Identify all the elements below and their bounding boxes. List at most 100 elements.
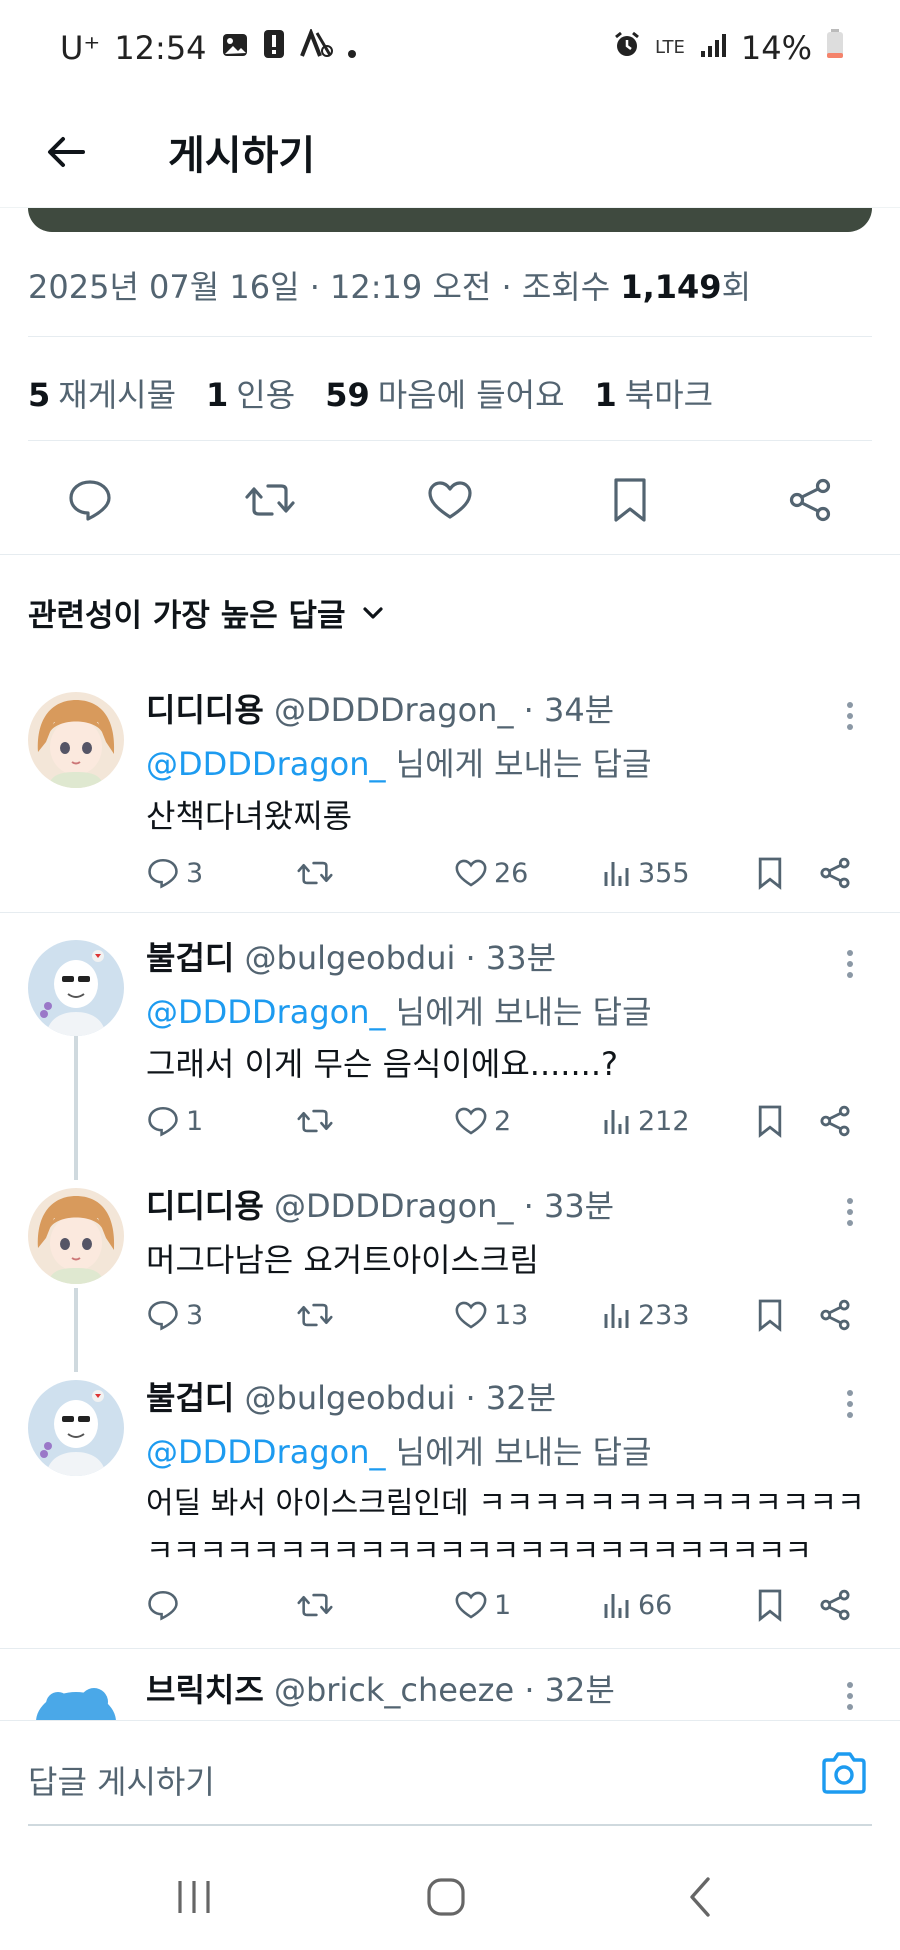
alert-icon bbox=[263, 29, 285, 67]
thread-line bbox=[74, 1288, 78, 1372]
reply-to-suffix: 님에게 보내는 답글 bbox=[385, 1433, 652, 1471]
reply-repost-button[interactable] bbox=[296, 1290, 334, 1340]
home-button[interactable] bbox=[406, 1862, 486, 1932]
more-options-button[interactable] bbox=[840, 944, 860, 984]
more-options-button[interactable] bbox=[840, 1192, 860, 1232]
bookmark-icon bbox=[758, 857, 782, 890]
heart-icon bbox=[455, 1107, 487, 1135]
reply-repost-button[interactable] bbox=[296, 1096, 334, 1146]
reply-views-button[interactable]: 355 bbox=[602, 848, 690, 898]
avatar[interactable] bbox=[28, 1188, 124, 1284]
reply-views-button[interactable]: 212 bbox=[602, 1096, 690, 1146]
alarm-icon bbox=[613, 29, 641, 67]
recent-apps-button[interactable] bbox=[154, 1862, 234, 1932]
display-name[interactable]: 불겁디 bbox=[146, 939, 234, 977]
reply-share-button[interactable] bbox=[818, 848, 852, 898]
more-options-button[interactable] bbox=[840, 696, 860, 736]
reply-input-placeholder[interactable]: 답글 게시하기 bbox=[28, 1757, 215, 1803]
network-type: LTE bbox=[654, 37, 685, 58]
camera-button[interactable] bbox=[816, 1745, 872, 1801]
user-handle[interactable]: @brick_cheeze bbox=[274, 1671, 514, 1709]
reply-views-button[interactable]: 66 bbox=[602, 1580, 672, 1630]
reply-like-button[interactable]: 13 bbox=[454, 1290, 528, 1340]
status-bar: U⁺ 12:54 LTE 14% bbox=[0, 0, 900, 96]
reply-like-button[interactable]: 2 bbox=[454, 1096, 511, 1146]
dot-icon bbox=[347, 29, 357, 67]
post-image[interactable] bbox=[28, 208, 872, 232]
avatar[interactable] bbox=[28, 1678, 124, 1720]
reply-text: 그래서 이게 무슨 음식이에요.......? bbox=[146, 1045, 618, 1083]
bookmark-button[interactable] bbox=[590, 460, 670, 540]
avatar[interactable] bbox=[28, 692, 124, 788]
reply-action-bar: 1 66 bbox=[146, 1580, 866, 1630]
repost-icon bbox=[297, 1303, 333, 1327]
bookmark-icon bbox=[758, 1105, 782, 1138]
reply-share-button[interactable] bbox=[818, 1580, 852, 1630]
system-back-button[interactable] bbox=[660, 1862, 740, 1932]
user-handle[interactable]: @DDDDragon_ bbox=[274, 1187, 514, 1225]
user-handle[interactable]: @bulgeobdui bbox=[245, 1379, 456, 1417]
display-name[interactable]: 디디디용 bbox=[146, 691, 264, 729]
reply-share-button[interactable] bbox=[818, 1096, 852, 1146]
back-arrow-icon bbox=[48, 136, 85, 167]
display-name[interactable]: 브릭치즈 bbox=[146, 1671, 264, 1709]
reply-bookmark-button[interactable] bbox=[756, 1096, 784, 1146]
display-name[interactable]: 디디디용 bbox=[146, 1187, 264, 1225]
mention-link[interactable]: @DDDDragon_ bbox=[146, 993, 386, 1031]
reply-share-button[interactable] bbox=[818, 1290, 852, 1340]
stat-likes[interactable]: 59 마음에 들어요 bbox=[325, 370, 564, 416]
display-name[interactable]: 불겁디 bbox=[146, 1379, 234, 1417]
reply-to: @DDDDragon_ 님에게 보내는 답글 bbox=[146, 740, 866, 788]
reply-bookmark-button[interactable] bbox=[756, 1580, 784, 1630]
reply-sort-dropdown[interactable]: 관련성이 가장 높은 답글 bbox=[28, 590, 386, 635]
stat-bookmarks[interactable]: 1 북마크 bbox=[595, 370, 714, 416]
reply-composer[interactable]: 답글 게시하기 bbox=[0, 1720, 900, 1830]
more-options-button[interactable] bbox=[840, 1676, 860, 1716]
chevron-down-icon bbox=[362, 606, 383, 619]
reply-comment-button[interactable]: 3 bbox=[146, 848, 203, 898]
signal-icon bbox=[699, 29, 727, 67]
user-handle[interactable]: @bulgeobdui bbox=[245, 939, 456, 977]
stat-reposts[interactable]: 5 재게시물 bbox=[28, 370, 176, 416]
repost-button[interactable] bbox=[230, 460, 310, 540]
reply-repost-button[interactable] bbox=[296, 1580, 334, 1630]
stat-quotes[interactable]: 1 인용 bbox=[206, 370, 295, 416]
reply-repost-button[interactable] bbox=[296, 848, 334, 898]
reply-content: 디디디용 @DDDDragon_ · 33분 머그다남은 요거트아이스크림 bbox=[146, 1184, 866, 1284]
mention-link[interactable]: @DDDDragon_ bbox=[146, 745, 386, 783]
recent-apps-icon bbox=[178, 1881, 210, 1913]
reply-comment-button[interactable]: 1 bbox=[146, 1096, 203, 1146]
reply-bookmark-button[interactable] bbox=[756, 1290, 784, 1340]
view-count: 212 bbox=[638, 1105, 690, 1137]
back-button[interactable] bbox=[30, 116, 102, 188]
reply-views-button[interactable]: 233 bbox=[602, 1290, 690, 1340]
reply-action-bar: 3 13 233 bbox=[146, 1290, 866, 1340]
mention-link[interactable]: @DDDDragon_ bbox=[146, 1433, 386, 1471]
reply-like-button[interactable]: 26 bbox=[454, 848, 528, 898]
bookmark-icon bbox=[758, 1589, 782, 1622]
divider bbox=[28, 336, 872, 337]
reply-bookmark-button[interactable] bbox=[756, 848, 784, 898]
like-button[interactable] bbox=[410, 460, 490, 540]
reply-like-button[interactable]: 1 bbox=[454, 1580, 511, 1630]
comment-icon bbox=[69, 480, 111, 521]
comment-icon bbox=[148, 1590, 178, 1621]
share-button[interactable] bbox=[770, 460, 850, 540]
reply-comment-button[interactable] bbox=[146, 1580, 186, 1630]
avatar[interactable] bbox=[28, 940, 124, 1036]
reply-comment-button[interactable]: 3 bbox=[146, 1290, 203, 1340]
views-chart-icon bbox=[604, 1304, 629, 1328]
stat-bookmarks-label: 북마크 bbox=[624, 376, 714, 414]
user-handle[interactable]: @DDDDragon_ bbox=[274, 691, 514, 729]
reply-time: · 32분 bbox=[455, 1379, 557, 1417]
like-count: 26 bbox=[494, 857, 529, 889]
composer-underline bbox=[28, 1824, 872, 1826]
reply-action-bar: 3 26 355 bbox=[146, 848, 866, 898]
view-count: 66 bbox=[638, 1589, 673, 1621]
more-options-button[interactable] bbox=[840, 1384, 860, 1424]
reply-content: 브릭치즈 @brick_cheeze · 32분 bbox=[146, 1668, 866, 1712]
reply-button[interactable] bbox=[50, 460, 130, 540]
reply-content: 디디디용 @DDDDragon_ · 34분 @DDDDragon_ 님에게 보… bbox=[146, 688, 866, 840]
avatar[interactable] bbox=[28, 1380, 124, 1476]
post-date: 2025년 07월 16일 · 12:19 오전 · 조회수 bbox=[28, 268, 621, 306]
